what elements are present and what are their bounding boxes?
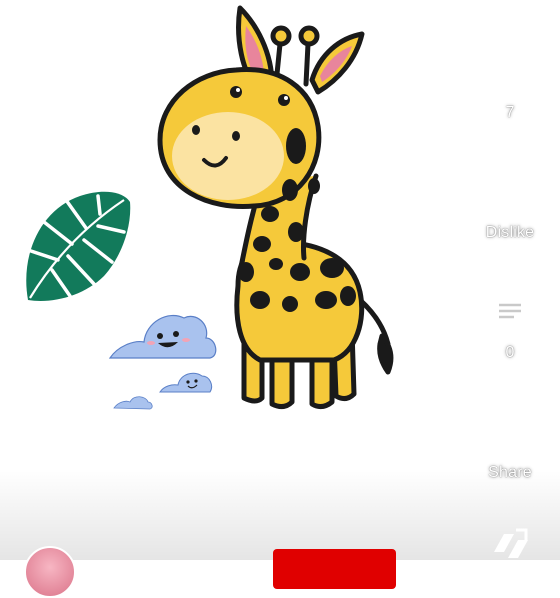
share-label: Share	[488, 464, 532, 481]
shorts-action-rail: 7 Dislike 0 Share	[460, 40, 560, 560]
comment-icon	[492, 296, 528, 333]
dislike-label: Dislike	[485, 224, 535, 241]
remix-icon	[494, 528, 528, 558]
smiling-cloud-large	[108, 314, 217, 359]
channel-avatar[interactable]	[24, 546, 76, 598]
smiling-cloud-small	[159, 372, 213, 393]
like-button[interactable]: 7	[460, 50, 560, 122]
subscribe-button[interactable]	[273, 549, 396, 589]
monstera-leaf-illustration	[26, 191, 131, 301]
share-button[interactable]: Share	[460, 410, 560, 482]
thumbs-up-icon	[492, 57, 531, 92]
thumbs-down-icon	[492, 176, 531, 211]
plain-cloud-tiny	[113, 396, 153, 410]
share-arrow-icon	[490, 416, 530, 452]
comments-button[interactable]: 0	[460, 290, 560, 362]
comment-count: 0	[505, 344, 515, 361]
dislike-button[interactable]: Dislike	[460, 170, 560, 242]
remix-button[interactable]	[460, 522, 560, 570]
like-count: 7	[505, 104, 515, 121]
